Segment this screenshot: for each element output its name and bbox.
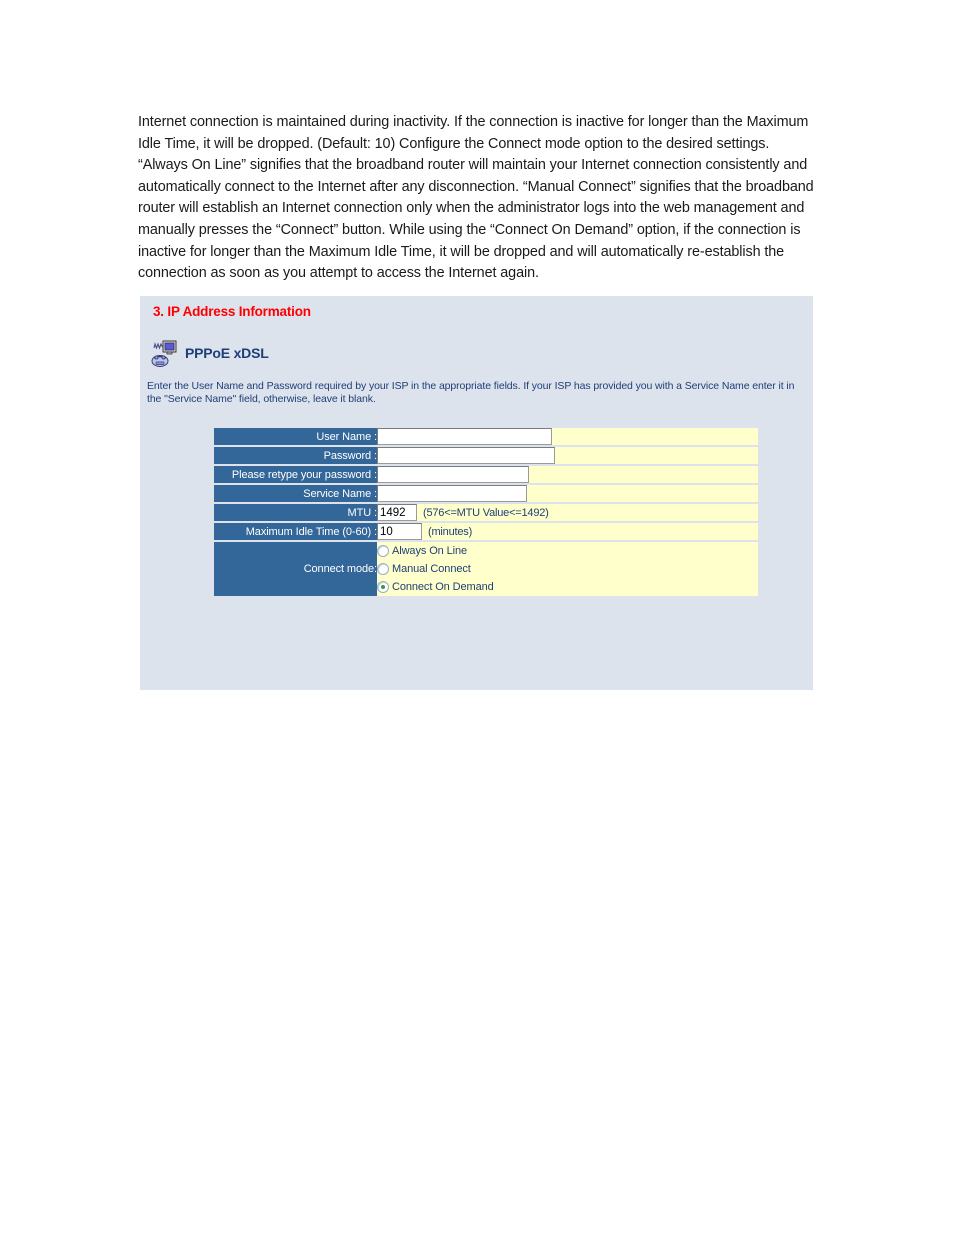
user-name-label: User Name : bbox=[214, 428, 377, 447]
radio-option-always-on-line[interactable]: Always On Line bbox=[377, 542, 758, 559]
user-name-input[interactable] bbox=[377, 428, 552, 445]
connect-mode-cell: Always On Line Manual Connect Connect On… bbox=[377, 542, 758, 596]
max-idle-time-label: Maximum Idle Time (0-60) : bbox=[214, 523, 377, 542]
ip-address-information-panel: 3. IP Address Information PPPoE xDSL Ent… bbox=[140, 296, 813, 690]
service-name-cell bbox=[377, 485, 758, 504]
body-paragraph: Internet connection is maintained during… bbox=[138, 114, 814, 282]
mtu-label: MTU : bbox=[214, 504, 377, 523]
connect-mode-label: Connect mode: bbox=[214, 542, 377, 596]
mtu-hint: (576<=MTU Value<=1492) bbox=[423, 506, 549, 519]
service-name-label: Service Name : bbox=[214, 485, 377, 504]
mtu-cell: (576<=MTU Value<=1492) bbox=[377, 504, 758, 523]
section-header: PPPoE xDSL bbox=[150, 336, 269, 372]
service-name-input[interactable] bbox=[377, 485, 527, 502]
user-name-cell bbox=[377, 428, 758, 447]
radio-icon[interactable] bbox=[377, 562, 389, 575]
section-title-label: PPPoE xDSL bbox=[185, 345, 269, 361]
table-row: Service Name : bbox=[214, 485, 758, 504]
password-cell bbox=[377, 447, 758, 466]
table-row: MTU : (576<=MTU Value<=1492) bbox=[214, 504, 758, 523]
table-row: Password : bbox=[214, 447, 758, 466]
pppoe-settings-table: User Name : Password : Please retype you… bbox=[214, 428, 758, 596]
radio-label: Always On Line bbox=[392, 544, 468, 557]
max-idle-time-input[interactable] bbox=[377, 523, 422, 540]
table-row: Connect mode: Always On Line Manual Conn… bbox=[214, 542, 758, 596]
page-title: 3. IP Address Information bbox=[153, 304, 311, 319]
mtu-input[interactable] bbox=[377, 504, 417, 521]
radio-option-manual-connect[interactable]: Manual Connect bbox=[377, 560, 758, 577]
table-row: Please retype your password : bbox=[214, 466, 758, 485]
radio-label: Manual Connect bbox=[392, 562, 471, 575]
radio-icon-selected[interactable] bbox=[377, 580, 389, 593]
max-idle-time-cell: (minutes) bbox=[377, 523, 758, 542]
radio-label: Connect On Demand bbox=[392, 580, 494, 593]
radio-icon[interactable] bbox=[377, 544, 389, 557]
table-row: User Name : bbox=[214, 428, 758, 447]
max-idle-time-hint: (minutes) bbox=[428, 525, 473, 538]
password-input[interactable] bbox=[377, 447, 555, 464]
panel-description: Enter the User Name and Password require… bbox=[147, 380, 795, 405]
retype-password-label: Please retype your password : bbox=[214, 466, 377, 485]
password-label: Password : bbox=[214, 447, 377, 466]
table-row: Maximum Idle Time (0-60) : (minutes) bbox=[214, 523, 758, 542]
retype-password-cell bbox=[377, 466, 758, 485]
radio-option-connect-on-demand[interactable]: Connect On Demand bbox=[377, 578, 758, 595]
modem-computer-icon bbox=[150, 339, 180, 369]
retype-password-input[interactable] bbox=[377, 466, 529, 483]
